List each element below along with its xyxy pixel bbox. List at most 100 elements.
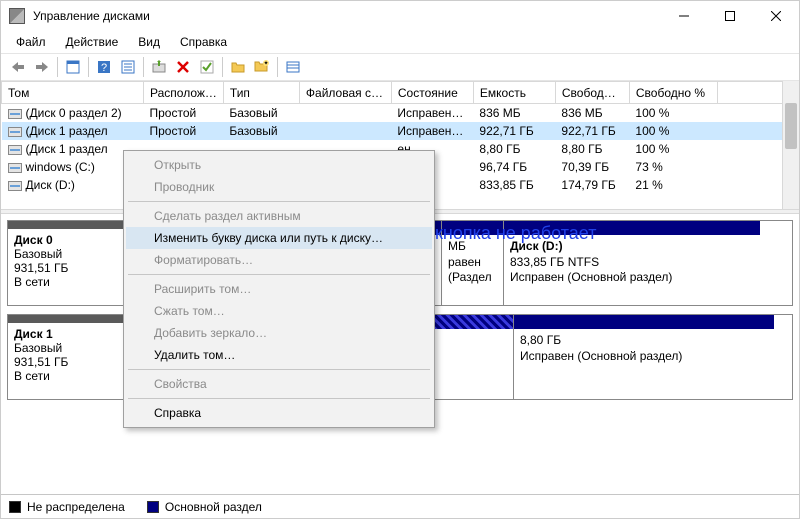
disk-status: В сети xyxy=(14,369,117,383)
table-cell: 100 % xyxy=(629,122,717,140)
titlebar: Управление дисками xyxy=(1,1,799,31)
context-menu-separator xyxy=(128,274,430,275)
toolbar-sep xyxy=(57,57,58,77)
volume-icon xyxy=(8,181,22,191)
table-cell: 100 % xyxy=(629,104,717,123)
partition-info: 833,85 ГБ NTFS xyxy=(510,255,754,271)
context-menu-separator xyxy=(128,201,430,202)
delete-icon[interactable] xyxy=(172,56,194,78)
disk-label[interactable]: Диск 1Базовый931,51 ГБВ сети xyxy=(7,314,123,400)
table-cell: 73 % xyxy=(629,158,717,176)
context-menu-item: Сжать том… xyxy=(126,300,432,322)
partition-state: равен (Раздел xyxy=(448,255,497,286)
toolbar: ? ✦ xyxy=(1,53,799,81)
table-cell: (Диск 1 раздел xyxy=(2,122,144,140)
table-cell: Исправен… xyxy=(391,122,473,140)
disk-size: 931,51 ГБ xyxy=(14,261,117,275)
context-menu-item: Добавить зеркало… xyxy=(126,322,432,344)
context-menu-item: Проводник xyxy=(126,176,432,198)
volume-icon xyxy=(8,145,22,155)
table-cell: 833,85 ГБ xyxy=(473,176,555,194)
disk-name: Диск 1 xyxy=(14,327,117,341)
menu-action[interactable]: Действие xyxy=(57,33,128,51)
disk-label-bar xyxy=(8,221,123,229)
forward-button[interactable] xyxy=(31,56,53,78)
refresh-icon[interactable] xyxy=(148,56,170,78)
app-icon xyxy=(9,8,25,24)
check-icon[interactable] xyxy=(196,56,218,78)
partition-state: Исправен (Основной раздел) xyxy=(510,270,754,286)
disk-type: Базовый xyxy=(14,247,117,261)
toolbar-sep xyxy=(143,57,144,77)
table-cell: 174,79 ГБ xyxy=(555,176,629,194)
legend-label-primary: Основной раздел xyxy=(165,500,262,514)
disk-label[interactable]: Диск 0Базовый931,51 ГБВ сети xyxy=(7,220,123,306)
legend-swatch-unallocated xyxy=(9,501,21,513)
col-fs[interactable]: Файловая с… xyxy=(299,82,391,104)
table-row[interactable]: (Диск 1 разделПростойБазовыйИсправен…922… xyxy=(2,122,799,140)
context-menu-item: Сделать раздел активным xyxy=(126,205,432,227)
table-cell xyxy=(299,122,391,140)
back-button[interactable] xyxy=(7,56,29,78)
table-cell xyxy=(299,104,391,123)
context-menu-item[interactable]: Справка xyxy=(126,402,432,424)
show-hide-icon[interactable] xyxy=(62,56,84,78)
volume-icon xyxy=(8,127,22,137)
scrollbar-vertical[interactable] xyxy=(782,81,799,209)
context-menu-item: Изменить букву диска или путь к диску… xyxy=(126,227,432,249)
table-cell: 8,80 ГБ xyxy=(555,140,629,158)
table-cell: Базовый xyxy=(223,122,299,140)
col-capacity[interactable]: Емкость xyxy=(473,82,555,104)
partition[interactable]: 8,80 ГБИсправен (Основной раздел) xyxy=(514,315,774,399)
list-icon[interactable] xyxy=(282,56,304,78)
partition-info: 8,80 ГБ xyxy=(520,333,768,349)
disk-name: Диск 0 xyxy=(14,233,117,247)
table-cell: Простой xyxy=(144,122,224,140)
menu-help[interactable]: Справка xyxy=(171,33,236,51)
table-cell: 100 % xyxy=(629,140,717,158)
col-type[interactable]: Тип xyxy=(223,82,299,104)
partition-bar xyxy=(514,315,774,329)
table-cell: 96,74 ГБ xyxy=(473,158,555,176)
table-cell: Исправен… xyxy=(391,104,473,123)
col-free[interactable]: Свобод… xyxy=(555,82,629,104)
window-title: Управление дисками xyxy=(33,9,150,23)
disk-type: Базовый xyxy=(14,341,117,355)
legend: Не распределена Основной раздел xyxy=(1,494,799,518)
menu-view[interactable]: Вид xyxy=(129,33,169,51)
folder-new-icon[interactable]: ✦ xyxy=(251,56,273,78)
table-row[interactable]: (Диск 0 раздел 2)ПростойБазовыйИсправен…… xyxy=(2,104,799,123)
table-header-row[interactable]: Том Располож… Тип Файловая с… Состояние … xyxy=(2,82,799,104)
col-state[interactable]: Состояние xyxy=(391,82,473,104)
toolbar-sep xyxy=(88,57,89,77)
svg-text:?: ? xyxy=(101,62,107,74)
properties-icon[interactable] xyxy=(117,56,139,78)
col-layout[interactable]: Располож… xyxy=(144,82,224,104)
svg-text:✦: ✦ xyxy=(263,60,268,67)
menu-file[interactable]: Файл xyxy=(7,33,55,51)
table-cell: 21 % xyxy=(629,176,717,194)
folder-icon[interactable] xyxy=(227,56,249,78)
help-icon[interactable]: ? xyxy=(93,56,115,78)
col-volume[interactable]: Том xyxy=(2,82,144,104)
volume-icon xyxy=(8,163,22,173)
context-menu-item: Свойства xyxy=(126,373,432,395)
maximize-button[interactable] xyxy=(707,1,753,31)
scrollbar-thumb[interactable] xyxy=(785,103,797,149)
context-menu[interactable]: ОткрытьПроводник Сделать раздел активнымИ… xyxy=(123,150,435,428)
col-freepct[interactable]: Свободно % xyxy=(629,82,717,104)
table-cell: Базовый xyxy=(223,104,299,123)
close-button[interactable] xyxy=(753,1,799,31)
disk-label-bar xyxy=(8,315,123,323)
context-menu-item: Открыть xyxy=(126,154,432,176)
table-cell: 8,80 ГБ xyxy=(473,140,555,158)
minimize-button[interactable] xyxy=(661,1,707,31)
table-cell: 922,71 ГБ xyxy=(473,122,555,140)
legend-swatch-primary xyxy=(147,501,159,513)
context-menu-item[interactable]: Удалить том… xyxy=(126,344,432,366)
partition-state: Исправен (Основной раздел) xyxy=(520,349,768,365)
context-menu-item: Форматировать… xyxy=(126,249,432,271)
table-cell: 922,71 ГБ xyxy=(555,122,629,140)
volume-icon xyxy=(8,109,22,119)
context-menu-separator xyxy=(128,398,430,399)
